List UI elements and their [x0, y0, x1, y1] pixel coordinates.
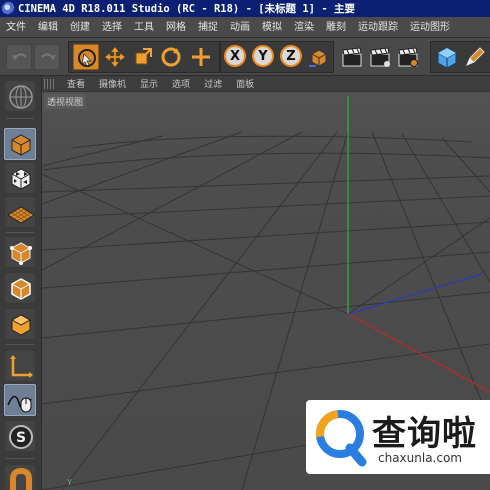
viewport-menu-view[interactable]: 查看 [60, 77, 92, 90]
menu-motion-tracker[interactable]: 运动跟踪 [352, 17, 404, 37]
lock-z-icon[interactable]: Z [280, 45, 302, 67]
live-select-icon[interactable] [73, 44, 99, 70]
recent-tool-icon[interactable] [188, 44, 214, 70]
make-editable-icon[interactable] [4, 80, 36, 112]
main-toolbar: X Y Z [0, 38, 490, 76]
coordinate-system-icon[interactable] [306, 44, 332, 70]
menu-mesh[interactable]: 网格 [160, 17, 192, 37]
drag-grip-icon[interactable] [44, 78, 56, 89]
redo-icon[interactable] [34, 44, 60, 70]
viewport-menu-panel[interactable]: 面板 [229, 77, 261, 90]
viewport-menu-display[interactable]: 显示 [133, 77, 165, 90]
magnet-icon[interactable] [4, 464, 36, 490]
render-picture-viewer-icon[interactable] [368, 45, 392, 69]
menu-select[interactable]: 选择 [96, 17, 128, 37]
undo-icon[interactable] [6, 44, 32, 70]
viewport-label: 透视视图 [44, 94, 87, 109]
tool-separator [6, 118, 34, 119]
cinema4d-logo-icon [2, 2, 15, 15]
window-title: CINEMA 4D R18.011 Studio (RC - R18) - [未… [18, 3, 355, 15]
edges-mode-icon[interactable] [4, 272, 36, 304]
lock-x-icon[interactable]: X [224, 45, 246, 67]
scale-icon[interactable] [130, 44, 156, 70]
render-view-icon[interactable] [340, 45, 364, 69]
tool-separator [6, 232, 34, 233]
lock-y-icon[interactable]: Y [252, 45, 274, 67]
pen-icon[interactable] [462, 44, 488, 70]
menu-edit[interactable]: 编辑 [32, 17, 64, 37]
edit-render-settings-icon[interactable] [396, 45, 420, 69]
polygons-mode-icon[interactable] [4, 308, 36, 340]
menu-sculpt[interactable]: 雕刻 [320, 17, 352, 37]
watermark-url: chaxunla.com [378, 451, 462, 465]
viewport-menu-filter[interactable]: 过滤 [197, 77, 229, 90]
title-bar: CINEMA 4D R18.011 Studio (RC - R18) - [未… [0, 0, 490, 17]
menu-render[interactable]: 渲染 [288, 17, 320, 37]
axis-mode-icon[interactable] [4, 350, 36, 382]
tool-separator [6, 458, 34, 459]
app-window: CINEMA 4D R18.011 Studio (RC - R18) - [未… [0, 0, 490, 490]
tweak-mode-icon[interactable] [4, 384, 36, 416]
search-logo-icon [316, 410, 367, 467]
menu-animate[interactable]: 动画 [224, 17, 256, 37]
menu-bar: 文件 编辑 创建 选择 工具 网格 捕捉 动画 模拟 渲染 雕刻 运动跟踪 运动… [0, 17, 490, 38]
axis-y-label: Y [67, 478, 72, 487]
move-icon[interactable] [102, 44, 128, 70]
menu-tools[interactable]: 工具 [128, 17, 160, 37]
cube-icon[interactable] [434, 44, 460, 70]
svg-text:S: S [16, 430, 26, 446]
viewport-menu-cameras[interactable]: 摄像机 [92, 77, 133, 90]
watermark-text: 查询啦 [372, 414, 477, 454]
viewport-menu-options[interactable]: 选项 [165, 77, 197, 90]
viewport-menu-bar: 查看 摄像机 显示 选项 过滤 面板 [42, 76, 490, 92]
tool-separator [6, 344, 34, 345]
watermark: 查询啦 chaxunla.com [306, 400, 490, 474]
menu-snap[interactable]: 捕捉 [192, 17, 224, 37]
model-mode-icon[interactable] [4, 128, 36, 160]
left-tool-palette: S [0, 76, 42, 490]
snap-icon[interactable]: S [4, 420, 36, 452]
menu-create[interactable]: 创建 [64, 17, 96, 37]
menu-simulate[interactable]: 模拟 [256, 17, 288, 37]
rotate-icon[interactable] [158, 44, 184, 70]
workplane-mode-icon[interactable] [4, 196, 36, 228]
texture-mode-icon[interactable] [4, 162, 36, 194]
menu-mograph[interactable]: 运动图形 [404, 17, 456, 37]
points-mode-icon[interactable] [4, 236, 36, 268]
menu-file[interactable]: 文件 [0, 17, 32, 37]
